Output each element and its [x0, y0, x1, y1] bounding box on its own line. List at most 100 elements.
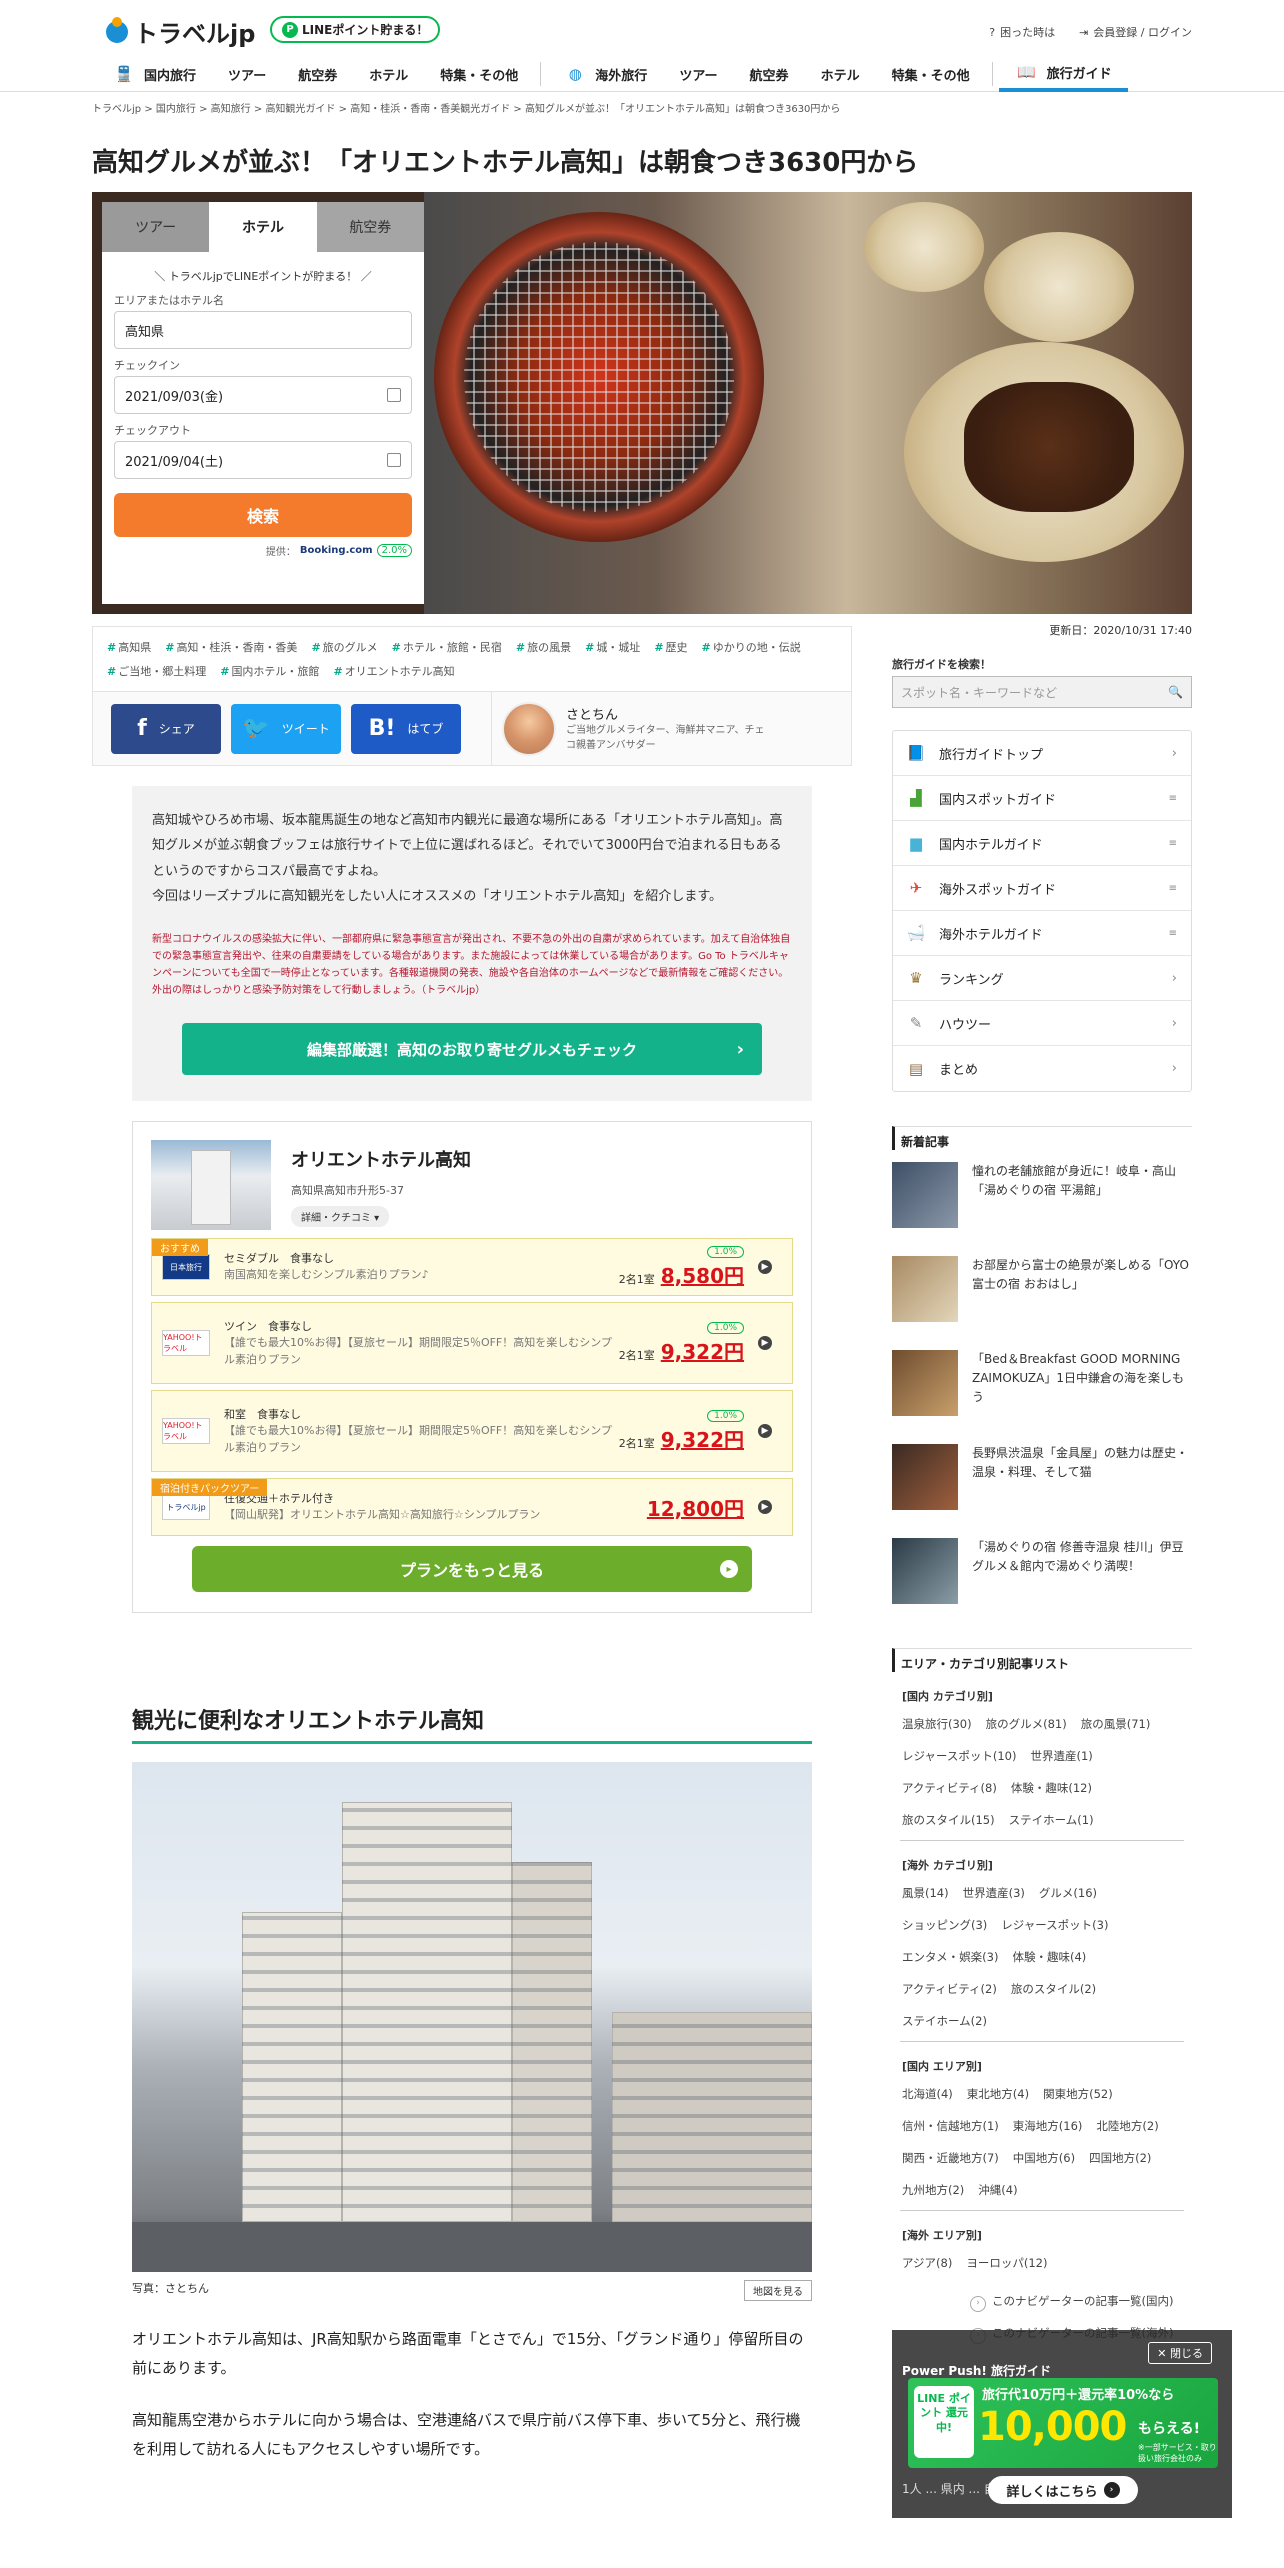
news-thumbnail[interactable] [892, 1538, 958, 1604]
tag[interactable]: 高知・桂浜・香南・香美 [165, 639, 297, 655]
menu-overseas-spot[interactable]: ✈ 海外スポットガイド [893, 866, 1191, 911]
overlay-close-button[interactable]: ✕ 閉じる [1148, 2342, 1212, 2364]
breadcrumb-item[interactable]: 高知観光ガイド [265, 104, 335, 115]
arrow-right-icon[interactable]: ▶ [758, 1336, 772, 1351]
category-link[interactable]: アジア(8) [902, 2247, 952, 2279]
category-link[interactable]: 旅のスタイル(2) [1011, 1973, 1096, 2005]
plan-price[interactable]: 8,580円 [661, 1260, 744, 1289]
category-link[interactable]: 旅のスタイル(15) [902, 1804, 995, 1836]
nav-overseas-tour[interactable]: ツアー [663, 56, 733, 92]
checkin-input[interactable]: 2021/09/03(金) [114, 376, 412, 414]
gourmet-link-button[interactable]: 編集部厳選！高知のお取り寄せグルメもチェック [182, 1023, 762, 1076]
menu-domestic-hotel[interactable]: ▆ 国内ホテルガイド [893, 821, 1191, 866]
news-title[interactable]: 「湯めぐりの宿 修善寺温泉 桂川」伊豆グルメ＆館内で湯めぐり満喫！ [972, 1538, 1192, 1576]
category-link[interactable]: 体験・趣味(4) [1012, 1941, 1086, 1973]
breadcrumb-item[interactable]: 高知旅行 [211, 104, 251, 115]
author-avatar[interactable] [502, 701, 556, 756]
more-plans-button[interactable]: プランをもっと見る [192, 1546, 752, 1593]
category-link[interactable]: ステイホーム(1) [1009, 1804, 1094, 1836]
category-link[interactable]: アクティビティ(8) [902, 1772, 997, 1804]
calendar-icon[interactable] [387, 453, 401, 467]
help-link[interactable]: ? 困った時は [989, 24, 1055, 40]
facebook-share-button[interactable]: f シェア [111, 703, 221, 754]
news-title[interactable]: 「Bed＆Breakfast GOOD MORNING ZAIMOKUZA」1日… [972, 1350, 1192, 1408]
news-thumbnail[interactable] [892, 1256, 958, 1322]
tab-air[interactable]: 航空券 [316, 202, 424, 252]
plan-row[interactable]: YAHOO!トラベル 和室 食事なし 【誰でも最大10%お得】【夏旅セール】期間限… [151, 1390, 793, 1473]
news-title[interactable]: 憧れの老舗旅館が身近に！岐阜・高山「湯めぐりの宿 平湯館」 [972, 1162, 1192, 1200]
plan-row[interactable]: おすすめ 日本旅行 セミダブル 食事なし 南国高知を楽しむシンプル素泊りプラン♪ … [151, 1238, 793, 1297]
nav-overseas-hotel[interactable]: ホテル [805, 56, 876, 92]
tag[interactable]: 歴史 [654, 639, 688, 655]
news-title[interactable]: 長野県渋温泉「金具屋」の魅力は歴史・温泉・料理、そして猫 [972, 1444, 1192, 1482]
plan-price[interactable]: 9,322円 [661, 1336, 744, 1365]
news-item[interactable]: 長野県渋温泉「金具屋」の魅力は歴史・温泉・料理、そして猫 [892, 1444, 1192, 1526]
nav-overseas-special[interactable]: 特集・その他 [876, 56, 986, 92]
plan-row[interactable]: YAHOO!トラベル ツイン 食事なし 【誰でも最大10%お得】【夏旅セール】期間… [151, 1302, 793, 1385]
site-logo[interactable]: トラベルjp [106, 14, 255, 49]
category-link[interactable]: 体験・趣味(12) [1011, 1772, 1092, 1804]
tag[interactable]: 国内ホテル・旅館 [220, 663, 319, 679]
nav-domestic-air[interactable]: 航空券 [282, 56, 353, 92]
news-thumbnail[interactable] [892, 1350, 958, 1416]
category-link[interactable]: 中国地方(6) [1013, 2142, 1075, 2174]
category-link[interactable]: ヨーロッパ(12) [966, 2247, 1047, 2279]
category-link[interactable]: 世界遺産(1) [1030, 1740, 1092, 1772]
category-link[interactable]: 東海地方(16) [1013, 2110, 1083, 2142]
menu-matome[interactable]: ▤ まとめ [893, 1046, 1191, 1091]
news-thumbnail[interactable] [892, 1162, 958, 1228]
tag[interactable]: 高知県 [107, 639, 151, 655]
menu-domestic-spot[interactable]: ▟ 国内スポットガイド [893, 776, 1191, 821]
hotel-thumbnail[interactable] [151, 1140, 271, 1231]
arrow-right-icon[interactable]: ▶ [758, 1424, 772, 1439]
category-link[interactable]: ショッピング(3) [902, 1909, 987, 1941]
arrow-right-icon[interactable]: ▶ [758, 1500, 772, 1515]
category-link[interactable]: 東北地方(4) [967, 2078, 1029, 2110]
guide-search-input[interactable]: スポット名・キーワードなど 🔍 [892, 676, 1192, 708]
menu-ranking[interactable]: ♛ ランキング [893, 956, 1191, 1001]
category-link[interactable]: レジャースポット(3) [1001, 1909, 1108, 1941]
tag[interactable]: オリエントホテル高知 [333, 663, 455, 679]
category-link[interactable]: 関西・近畿地方(7) [902, 2142, 999, 2174]
plan-price[interactable]: 9,322円 [661, 1424, 744, 1453]
checkout-input[interactable]: 2021/09/04(土) [114, 441, 412, 479]
category-link[interactable]: 旅のグルメ(81) [986, 1708, 1067, 1740]
twitter-share-button[interactable]: 🐦 ツイート [231, 703, 341, 754]
news-item[interactable]: お部屋から富士の絶景が楽しめる「OYO 富士の宿 おおはし」 [892, 1256, 1192, 1338]
tag[interactable]: ご当地・郷土料理 [107, 663, 206, 679]
menu-howto[interactable]: ✎ ハウツー [893, 1001, 1191, 1046]
plan-price[interactable]: 12,800円 [647, 1493, 744, 1522]
breadcrumb-item[interactable]: 国内旅行 [156, 104, 196, 115]
navigator-link-domestic[interactable]: このナビゲーターの記事一覧(国内) [970, 2285, 1192, 2317]
category-link[interactable]: 四国地方(2) [1089, 2142, 1151, 2174]
arrow-right-icon[interactable]: ▶ [758, 1260, 772, 1275]
nav-domestic-tour[interactable]: ツアー [212, 56, 282, 92]
tag[interactable]: 旅のグルメ [311, 639, 378, 655]
tag[interactable]: 旅の風景 [516, 639, 571, 655]
tag[interactable]: 城・城址 [585, 639, 640, 655]
menu-guide-top[interactable]: 📘 旅行ガイドトップ [893, 731, 1191, 776]
category-link[interactable]: 北陸地方(2) [1096, 2110, 1158, 2142]
news-title[interactable]: お部屋から富士の絶景が楽しめる「OYO 富士の宿 おおはし」 [972, 1256, 1192, 1294]
package-plan-row[interactable]: 宿泊付きパックツアー トラベルjp 往復交通＋ホテル付き 【岡山駅発】オリエントホ… [151, 1478, 793, 1537]
area-input[interactable]: 高知県 [114, 311, 412, 349]
category-link[interactable]: 風景(14) [902, 1877, 949, 1909]
line-points-badge[interactable]: P LINEポイント貯まる！ [270, 16, 441, 43]
category-link[interactable]: 信州・信越地方(1) [902, 2110, 999, 2142]
tag[interactable]: ゆかりの地・伝説 [702, 639, 801, 655]
category-link[interactable]: 北海道(4) [902, 2078, 953, 2110]
nav-travel-guide[interactable]: 📖 旅行ガイド [998, 56, 1128, 92]
tag[interactable]: ホテル・旅館・民宿 [392, 639, 502, 655]
search-button[interactable]: 検索 [114, 493, 412, 537]
category-link[interactable]: 世界遺産(3) [963, 1877, 1025, 1909]
search-icon[interactable]: 🔍 [1168, 685, 1183, 699]
category-link[interactable]: 旅の風景(71) [1081, 1708, 1151, 1740]
line-point-banner[interactable]: LINE ポイント 還元中! 旅行代10万円＋還元率10%なら 10,000 も… [908, 2378, 1218, 2468]
category-link[interactable]: 温泉旅行(30) [902, 1708, 972, 1740]
map-button[interactable]: 地図を見る [744, 2280, 812, 2302]
news-item[interactable]: 「Bed＆Breakfast GOOD MORNING ZAIMOKUZA」1日… [892, 1350, 1192, 1432]
category-link[interactable]: 関東地方(52) [1043, 2078, 1113, 2110]
category-link[interactable]: ステイホーム(2) [902, 2005, 987, 2037]
tab-hotel[interactable]: ホテル [209, 202, 317, 252]
nav-domestic-special[interactable]: 特集・その他 [424, 56, 534, 92]
